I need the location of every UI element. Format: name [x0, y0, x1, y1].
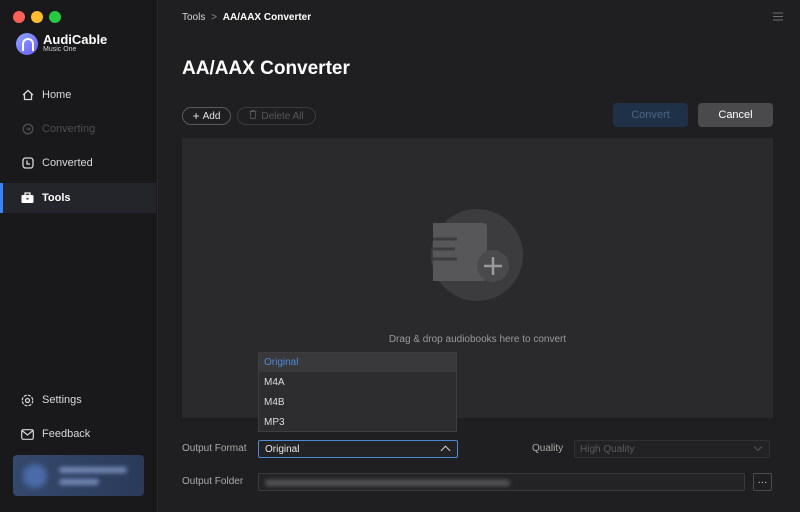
app-logo-icon [16, 33, 38, 55]
minimize-window-button[interactable] [31, 11, 43, 23]
format-option-m4b[interactable]: M4B [259, 393, 456, 412]
breadcrumb-current: AA/AAX Converter [222, 12, 312, 23]
drop-zone-hint: Drag & drop audiobooks here to convert [388, 334, 567, 345]
sidebar-item-label: Home [42, 89, 72, 101]
sidebar-item-converting[interactable]: Converting [0, 114, 156, 144]
sidebar: AudiCable Music One Home Converting Conv… [0, 0, 158, 512]
delete-all-button[interactable]: Delete All [237, 107, 316, 125]
home-icon [21, 89, 34, 102]
app-window: AudiCable Music One Home Converting Conv… [0, 0, 800, 512]
browse-folder-button[interactable]: ··· [753, 473, 772, 491]
trash-icon [249, 110, 257, 122]
output-format-value: Original [265, 444, 300, 455]
toolbox-icon [21, 192, 34, 205]
sidebar-item-feedback[interactable]: Feedback [0, 419, 156, 449]
sidebar-item-label: Tools [42, 192, 71, 204]
plus-icon: + [192, 109, 200, 123]
breadcrumb-parent[interactable]: Tools [182, 12, 205, 23]
format-option-m4a[interactable]: M4A [259, 373, 456, 392]
breadcrumb-separator: > [211, 12, 217, 23]
cancel-button[interactable]: Cancel [698, 103, 773, 127]
sidebar-item-converted[interactable]: Converted [0, 148, 156, 178]
delete-all-button-label: Delete All [261, 110, 304, 122]
quality-select[interactable]: High Quality [574, 440, 770, 458]
brand-name: AudiCable [43, 32, 108, 47]
output-format-select[interactable]: Original [258, 440, 458, 458]
add-button-label: Add [202, 110, 221, 122]
output-folder-path-redacted [265, 480, 510, 486]
sidebar-item-tools[interactable]: Tools [0, 183, 156, 213]
chevron-up-icon [440, 445, 451, 456]
clock-icon [21, 157, 34, 170]
add-audiobook-icon[interactable] [431, 209, 523, 301]
converting-icon [21, 123, 34, 136]
sidebar-item-label: Converted [42, 157, 93, 169]
quality-label: Quality [532, 443, 564, 454]
gear-icon [21, 394, 34, 407]
sidebar-item-label: Converting [42, 123, 96, 135]
sidebar-item-home[interactable]: Home [0, 80, 156, 110]
sidebar-item-label: Settings [42, 394, 82, 406]
quality-value: High Quality [580, 444, 635, 455]
sidebar-item-label: Feedback [42, 428, 91, 440]
output-folder-label: Output Folder [182, 476, 244, 487]
avatar [23, 464, 47, 488]
maximize-window-button[interactable] [49, 11, 61, 23]
output-format-label: Output Format [182, 443, 247, 454]
format-option-mp3[interactable]: MP3 [259, 413, 456, 432]
brand-subtitle: Music One [43, 46, 77, 53]
mail-icon [21, 428, 34, 441]
close-window-button[interactable] [13, 11, 25, 23]
page-title: AA/AAX Converter [182, 58, 350, 79]
hamburger-menu-icon[interactable] [773, 12, 783, 21]
chevron-down-icon [753, 442, 763, 452]
output-folder-field[interactable] [258, 473, 745, 491]
convert-button[interactable]: Convert [613, 103, 688, 127]
format-option-original[interactable]: Original [259, 353, 456, 372]
output-format-dropdown: Original M4A M4B MP3 [258, 352, 457, 432]
add-button[interactable]: + Add [182, 107, 231, 125]
account-card[interactable] [13, 455, 144, 496]
sidebar-item-settings[interactable]: Settings [0, 385, 156, 415]
breadcrumb: Tools > AA/AAX Converter [182, 12, 311, 23]
